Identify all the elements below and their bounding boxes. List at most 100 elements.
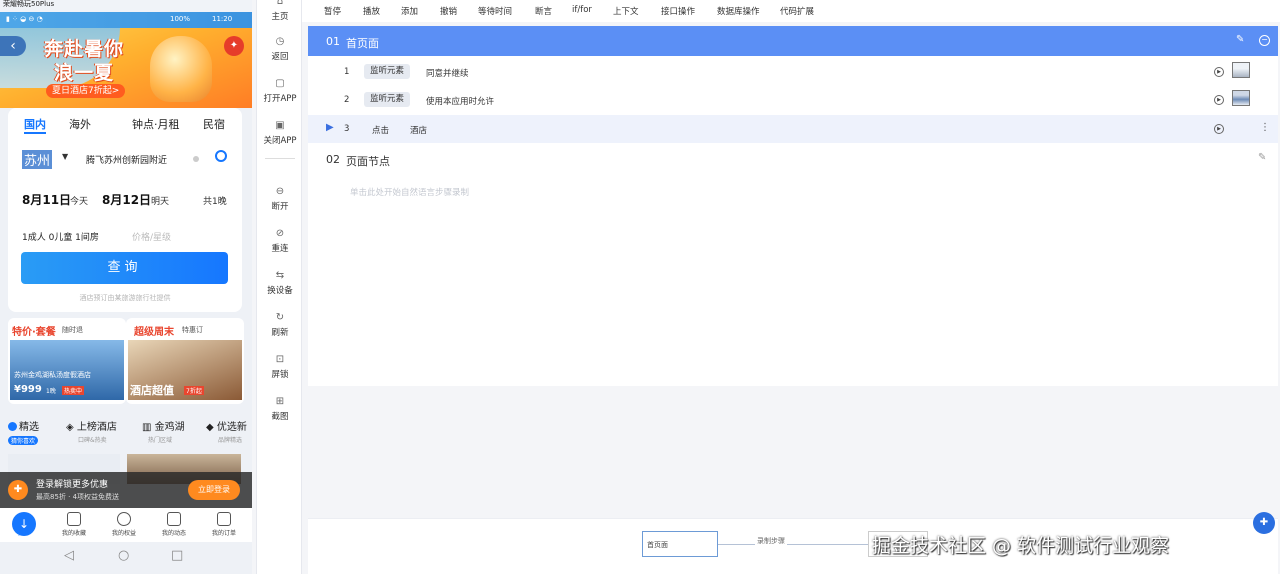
price-star-field[interactable]: 价格/星级: [132, 230, 171, 243]
tab-hourly-monthly[interactable]: 钟点·月租: [132, 116, 180, 132]
tool-refresh[interactable]: ↻ 刷新: [257, 312, 303, 338]
toolbar-play[interactable]: 播放: [363, 5, 380, 17]
nav-label: 我的动态: [161, 530, 186, 537]
quicknav-area[interactable]: ▥ 金鸡湖 热门区域: [142, 418, 204, 444]
quicknav-sub: 热门区域: [148, 437, 173, 444]
deals-section: 特价·套餐 随时退 苏州金鸡湖私汤度假酒店 ¥999 1晚 热卖中 超级周末 特…: [0, 318, 252, 404]
flow-node-home[interactable]: 首页面: [642, 531, 718, 557]
banner-title-line2: 浪一夏: [54, 62, 115, 84]
quicknav-featured[interactable]: 精选 猜你喜欢: [8, 418, 70, 446]
tool-open-app[interactable]: ▢ 打开APP: [257, 78, 303, 104]
tab-overseas[interactable]: 海外: [69, 116, 91, 132]
tool-screen-lock[interactable]: ⊡ 屏锁: [257, 354, 303, 380]
record-hint[interactable]: 单击此处开始自然语言步骤录制: [350, 186, 469, 198]
caret-down-icon[interactable]: ▼: [62, 152, 68, 161]
phone-screen-mirror[interactable]: 荣耀畅玩50Plus ▮ ⁘ ◒ ⊖ ◔ 100% 11:20 ‹ ✦ 奔赴暑你…: [0, 0, 252, 574]
destination-row[interactable]: 苏州 ▼ 腾飞苏州创新园附近: [8, 144, 242, 170]
nav-orders[interactable]: 我的订单: [200, 512, 248, 537]
tool-reconnect[interactable]: ⊘ 重连: [257, 228, 303, 254]
tool-disconnect[interactable]: ⊖ 断开: [257, 186, 303, 212]
step-row[interactable]: 1 监听元素 同意并继续 ▶: [308, 58, 1278, 86]
toolbar-undo[interactable]: 撤销: [440, 5, 457, 17]
step-screenshot-thumbnail[interactable]: [1232, 90, 1250, 106]
step-row-selected[interactable]: ▶ 3 点击 酒店 ▶ ⋮: [308, 115, 1278, 143]
toolbar-code-ext[interactable]: 代码扩展: [780, 5, 814, 17]
section-header-home[interactable]: 01 首页面 ✎ −: [308, 26, 1278, 56]
nav-favorites[interactable]: 我的收藏: [50, 512, 98, 537]
run-step-icon[interactable]: ▶: [1214, 67, 1224, 77]
watermark: 掘金技术社区 @ 软件测试行业观察: [872, 535, 1170, 557]
login-button[interactable]: 立即登录: [188, 480, 240, 500]
guest-selector[interactable]: 1成人 0儿童 1间房: [22, 230, 99, 243]
tool-label: 断开: [271, 202, 289, 212]
open-app-icon: ▢: [275, 78, 285, 89]
locate-icon[interactable]: [215, 150, 227, 162]
toolbar-assert[interactable]: 断言: [535, 5, 552, 17]
system-nav-bar: ◁ ○ □: [0, 542, 252, 574]
disconnect-icon: ⊖: [275, 186, 285, 197]
back-icon[interactable]: ‹: [0, 36, 26, 56]
close-app-icon: ▣: [275, 120, 285, 131]
deal-title: 特价·套餐: [12, 327, 56, 338]
phone-status-bar: ▮ ⁘ ◒ ⊖ ◔ 100% 11:20: [0, 12, 252, 28]
toolbar-wait[interactable]: 等待时间: [478, 5, 512, 17]
section-header-page-node[interactable]: 02 页面节点 ✎: [308, 144, 1278, 174]
tool-close-app[interactable]: ▣ 关闭APP: [257, 120, 303, 146]
toolbar-context[interactable]: 上下文: [613, 5, 639, 17]
nav-benefits[interactable]: 我的权益: [100, 512, 148, 537]
tool-label: 打开APP: [263, 94, 297, 104]
search-button[interactable]: 查询: [21, 252, 228, 284]
checkout-date[interactable]: 8月12日: [102, 191, 151, 208]
step-screenshot-thumbnail[interactable]: [1232, 62, 1250, 78]
run-step-icon[interactable]: ▶: [1214, 124, 1224, 134]
tab-homestay[interactable]: 民宿: [203, 116, 225, 132]
tab-domestic[interactable]: 国内: [24, 116, 46, 132]
promo-banner[interactable]: ‹ ✦ 奔赴暑你 浪一夏 夏日酒店7折起>: [0, 28, 252, 108]
quicknav-label: 金鸡湖: [154, 422, 185, 433]
nav-label: 我的权益: [111, 530, 136, 537]
nav-recommend[interactable]: ↓ 推荐: [0, 512, 48, 537]
script-toolbar: 暂停 播放 添加 撤销 等待时间 断言 if/for 上下文 接口操作 数据库操…: [302, 0, 1280, 22]
city-selector[interactable]: 苏州: [22, 150, 53, 169]
bottom-nav: ↓ 推荐 我的收藏 我的权益 我的动态 我的订单: [0, 508, 252, 542]
clear-icon[interactable]: [193, 156, 199, 162]
banner-promo[interactable]: 夏日酒店7折起>: [46, 84, 126, 98]
sys-recents-icon[interactable]: □: [171, 548, 183, 563]
checkin-day: 今天: [70, 197, 89, 207]
sys-home-icon[interactable]: ○: [118, 548, 129, 563]
tool-switch-device[interactable]: ⇆ 换设备: [257, 270, 303, 296]
date-row[interactable]: 8月11日 今天 8月12日 明天 共1晚: [8, 188, 242, 210]
tool-back[interactable]: ◷ 返回: [257, 36, 303, 62]
deal-caption: 酒店超值: [130, 384, 174, 397]
tool-home[interactable]: ⌂ 主页: [257, 0, 303, 22]
toolbar-api[interactable]: 接口操作: [661, 5, 695, 17]
collapse-icon[interactable]: −: [1259, 35, 1270, 46]
location-field[interactable]: 腾飞苏州创新园附近: [86, 153, 167, 166]
nights-count: 共1晚: [203, 197, 227, 207]
deal-card-weekend[interactable]: 超级周末 特惠订 酒店超值 7折起: [126, 318, 244, 404]
step-target: 使用本应用时允许: [426, 97, 495, 107]
toolbar-if-for[interactable]: if/for: [572, 5, 592, 15]
more-icon[interactable]: ⋮: [1260, 122, 1270, 133]
quicknav-top-hotels[interactable]: ◈ 上榜酒店 口碑&热卖: [66, 418, 128, 444]
assistant-float-icon[interactable]: ✚: [1253, 512, 1275, 534]
edit-icon[interactable]: ✎: [1236, 34, 1244, 45]
provider-note: 酒店预订由某旅游旅行社提供: [79, 294, 171, 302]
toolbar-add[interactable]: 添加: [401, 5, 418, 17]
nav-activity[interactable]: 我的动态: [150, 512, 198, 537]
quicknav-new[interactable]: ◆ 优选新 品牌精选: [206, 418, 252, 444]
toolbar-database[interactable]: 数据库操作: [717, 5, 760, 17]
run-step-icon[interactable]: ▶: [1214, 95, 1224, 105]
edit-icon[interactable]: ✎: [1258, 152, 1266, 163]
toolbar-pause[interactable]: 暂停: [324, 5, 341, 17]
tool-screenshot[interactable]: ⊞ 截图: [257, 396, 303, 422]
activity-icon: [167, 512, 181, 526]
deal-tag: 热卖中: [62, 386, 85, 395]
deal-caption: 苏州金鸡湖私汤度假酒店: [14, 371, 91, 379]
section-name: 页面节点: [346, 155, 390, 168]
sys-back-icon[interactable]: ◁: [64, 548, 74, 563]
step-row[interactable]: 2 监听元素 使用本应用时允许 ▶: [308, 86, 1278, 114]
deal-card-special[interactable]: 特价·套餐 随时退 苏州金鸡湖私汤度假酒店 ¥999 1晚 热卖中: [8, 318, 126, 404]
checkin-date[interactable]: 8月11日: [22, 191, 71, 208]
gift-icon[interactable]: ✦: [224, 36, 244, 56]
